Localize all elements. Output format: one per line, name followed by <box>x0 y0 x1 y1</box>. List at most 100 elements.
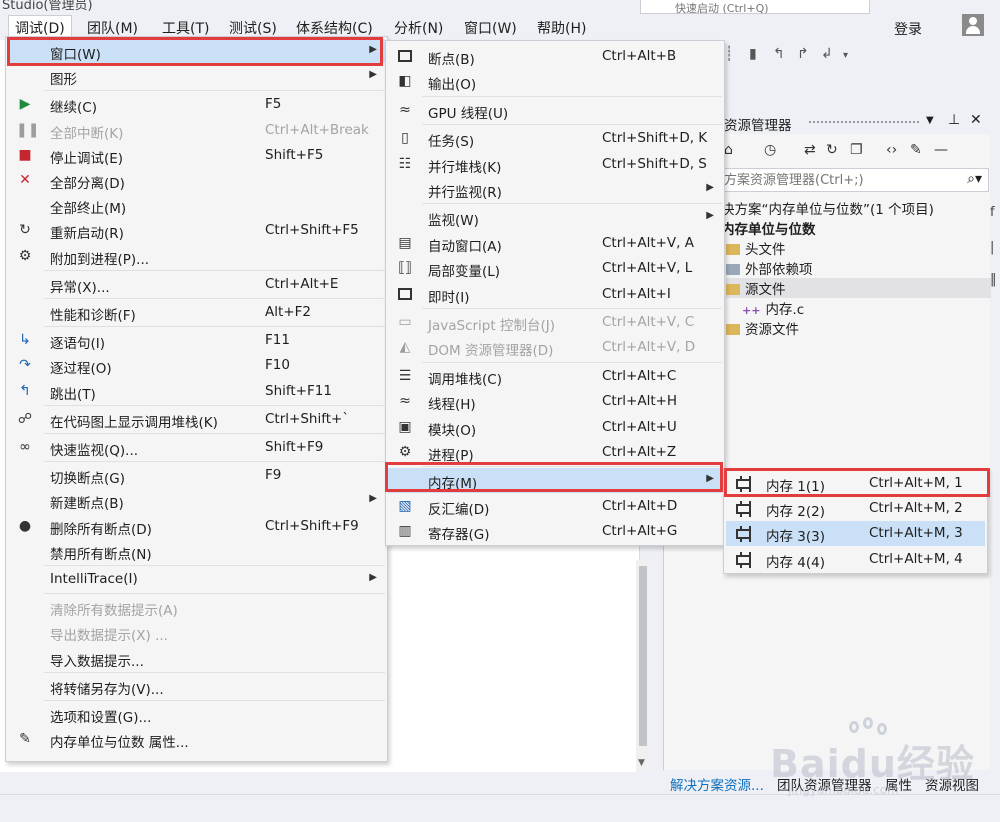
debug-menu-item[interactable]: 全部终止(M) <box>8 193 385 217</box>
memory-icon <box>734 499 752 518</box>
debug-menu-item[interactable]: ▶ 继续(C) F5 <box>8 92 385 116</box>
tab-team-explorer[interactable]: 团队资源管理器 <box>777 774 872 794</box>
icon-slot <box>16 42 34 60</box>
refresh-icon[interactable]: ↻ <box>826 142 838 158</box>
debug-menu-item[interactable]: 图形 ▶ <box>8 64 385 88</box>
debug-menu-item[interactable]: ∞ 快速监视(Q)... Shift+F9 <box>8 435 385 459</box>
search-icon[interactable]: ⌕▾ <box>967 171 982 187</box>
tree-file-memory-c[interactable]: ++ 内存.c <box>742 298 804 318</box>
tree-resource-files[interactable]: 资源文件 <box>726 318 799 338</box>
tree-project[interactable]: 内存单位与位数 <box>721 218 816 238</box>
debug-menu-item[interactable]: ↰ 跳出(T) Shift+F11 <box>8 379 385 403</box>
call-stack-icon: ☰ <box>398 367 412 384</box>
tab-properties[interactable]: 属性 <box>885 774 912 794</box>
debug-menu-item[interactable]: 导入数据提示... <box>8 646 385 670</box>
menu-separator <box>44 433 385 434</box>
window-menu-item[interactable]: ≈ 线程(H) Ctrl+Alt+H <box>388 389 722 413</box>
tree-header-files[interactable]: 头文件 <box>726 238 786 258</box>
debug-menu-item[interactable]: 选项和设置(G)... <box>8 702 385 726</box>
edge-glyph: f <box>990 205 995 220</box>
memory-icon <box>734 474 752 492</box>
login-link[interactable]: 登录 <box>894 19 922 39</box>
debug-menu-item[interactable]: IntelliTrace(I) ▶ <box>8 567 385 591</box>
debug-menu-item[interactable]: 性能和诊断(F) Alt+F2 <box>8 300 385 324</box>
menu-separator <box>44 404 385 406</box>
debug-menu-item[interactable]: ↷ 逐过程(O) F10 <box>8 353 385 377</box>
debug-menu-item[interactable]: ■ 停止调试(E) Shift+F5 <box>8 143 385 167</box>
tree-solution[interactable]: 决方案“内存单位与位数”(1 个项目) <box>721 198 934 218</box>
processes-icon: ⚙ <box>398 444 412 460</box>
window-menu-item[interactable]: ≈ GPU 线程(U) <box>388 98 722 122</box>
tree-source-files[interactable]: 源文件 <box>726 278 991 298</box>
home-icon[interactable]: ⌂ <box>724 142 733 158</box>
icon-slot <box>16 623 34 641</box>
debug-menu-item[interactable]: 禁用所有断点(N) <box>8 539 385 563</box>
toolbar-overflow-icon[interactable]: ▾ <box>843 50 848 61</box>
debug-menu-item[interactable]: 窗口(W) ▶ <box>8 39 385 64</box>
close-icon[interactable]: ✕ <box>970 112 982 128</box>
memory-menu-item[interactable]: 内存 3(3) Ctrl+Alt+M, 3 <box>726 521 985 546</box>
debug-menu-item[interactable]: 新建断点(B) ▶ <box>8 488 385 512</box>
window-menu-item-label: 并行监视(R) <box>428 185 502 201</box>
breakpoints-icon <box>396 47 414 65</box>
tab-solution-explorer[interactable]: 解决方案资源... <box>670 774 764 794</box>
debug-menu-item[interactable]: ● 删除所有断点(D) Ctrl+Shift+F9 <box>8 514 385 538</box>
bookmark-next-icon[interactable]: ↱ <box>797 46 809 62</box>
window-menu-item[interactable]: ▧ 反汇编(D) Ctrl+Alt+D <box>388 494 722 518</box>
tab-resource-view[interactable]: 资源视图 <box>925 774 979 794</box>
debug-menu-item[interactable]: ↻ 重新启动(R) Ctrl+Shift+F5 <box>8 218 385 242</box>
menu-window[interactable]: 窗口(W) <box>458 17 523 39</box>
properties-wrench-icon[interactable]: ✎ <box>910 142 922 158</box>
window-menu-item-shortcut: Ctrl+Alt+B <box>602 48 677 64</box>
debug-menu-item[interactable]: 切换断点(G) F9 <box>8 463 385 487</box>
window-menu-item[interactable]: 监视(W) ▶ <box>388 205 722 229</box>
memory-menu-item[interactable]: 内存 2(2) Ctrl+Alt+M, 2 <box>726 496 985 520</box>
window-menu-item[interactable]: 即时(I) Ctrl+Alt+I <box>388 282 722 306</box>
menu-help[interactable]: 帮助(H) <box>531 17 592 39</box>
solution-explorer-search[interactable]: ⌕▾ <box>719 168 989 192</box>
debug-menu-item[interactable]: ✎ 内存单位与位数 属性... <box>8 727 385 751</box>
memory-menu-item[interactable]: 内存 4(4) Ctrl+Alt+M, 4 <box>726 547 985 571</box>
debug-menu-item[interactable]: ↳ 逐语句(I) F11 <box>8 328 385 352</box>
window-menu-item[interactable]: ◧ 输出(O) <box>388 69 722 93</box>
window-menu-item[interactable]: 内存(M) ▶ <box>388 468 722 493</box>
icon-slot <box>16 303 34 321</box>
debug-menu-item[interactable]: ☍ 在代码图上显示调用堆栈(K) Ctrl+Shift+` <box>8 407 385 431</box>
editor-scrollbar[interactable]: ▼ <box>636 560 650 772</box>
collapse-icon[interactable]: — <box>934 142 948 158</box>
menu-analyze[interactable]: 分析(N) <box>388 17 449 39</box>
dom-explorer-icon: ◭ <box>399 339 411 356</box>
tree-external-deps[interactable]: 外部依赖项 <box>726 258 813 278</box>
memory-menu-item[interactable]: 内存 1(1) Ctrl+Alt+M, 1 <box>726 471 985 495</box>
history-icon[interactable]: ◷ <box>764 142 776 158</box>
code-view-icon[interactable]: ‹› <box>886 142 897 158</box>
window-menu-item[interactable]: ☷ 并行堆栈(K) Ctrl+Shift+D, S <box>388 152 722 176</box>
bookmark-icon[interactable]: ▮ <box>749 46 757 62</box>
debug-menu-item[interactable]: 异常(X)... Ctrl+Alt+E <box>8 272 385 296</box>
debug-menu-item[interactable]: 将转储另存为(V)... <box>8 674 385 698</box>
play-icon: ▶ <box>19 96 31 113</box>
window-menu-item[interactable]: ⚙ 进程(P) Ctrl+Alt+Z <box>388 440 722 464</box>
quick-launch[interactable]: 快速启动 (Ctrl+Q) <box>640 0 870 15</box>
copy-icon[interactable]: ❐ <box>850 142 863 158</box>
window-menu-item[interactable]: 断点(B) Ctrl+Alt+B <box>388 44 722 68</box>
window-menu-item[interactable]: 并行监视(R) ▶ <box>388 177 722 201</box>
icon-slot <box>16 542 34 560</box>
window-menu-item[interactable]: ☰ 调用堆栈(C) Ctrl+Alt+C <box>388 364 722 388</box>
modules-icon: ▣ <box>398 418 412 435</box>
window-menu-item[interactable]: ▥ 寄存器(G) Ctrl+Alt+G <box>388 519 722 543</box>
solution-search-input[interactable] <box>724 171 944 189</box>
window-menu-item[interactable]: ▯ 任务(S) Ctrl+Shift+D, K <box>388 126 722 150</box>
window-menu-item[interactable]: ▤ 自动窗口(A) Ctrl+Alt+V, A <box>388 231 722 255</box>
debug-menu-item-shortcut: Ctrl+Shift+F9 <box>265 517 359 534</box>
bookmark-folder-icon[interactable]: ↲ <box>821 46 833 62</box>
avatar-icon[interactable] <box>962 14 984 36</box>
panel-dropdown-icon[interactable]: ▼ <box>926 115 934 126</box>
bookmark-prev-icon[interactable]: ↰ <box>773 46 785 62</box>
debug-menu-item[interactable]: ✕ 全部分离(D) <box>8 168 385 192</box>
window-menu-item[interactable]: ▣ 模块(O) Ctrl+Alt+U <box>388 415 722 439</box>
window-menu-item[interactable]: ⟦⟧ 局部变量(L) Ctrl+Alt+V, L <box>388 256 722 280</box>
sync-icon[interactable]: ⇄ <box>804 142 816 158</box>
debug-menu-item[interactable]: ⚙ 附加到进程(P)... <box>8 244 385 268</box>
pin-icon[interactable]: ⊥ <box>948 112 960 128</box>
